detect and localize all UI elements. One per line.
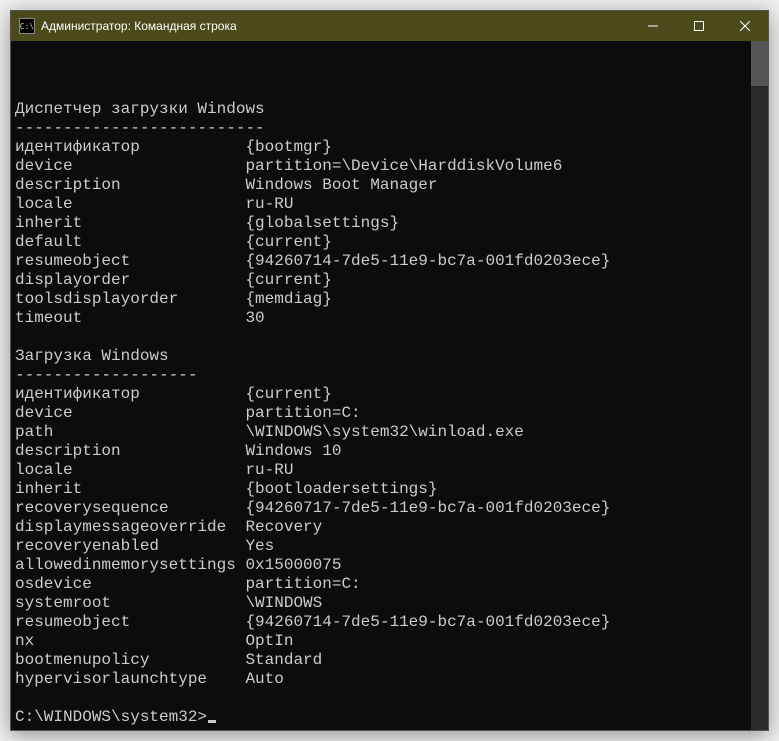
output-row: bootmenupolicy Standard (15, 651, 768, 670)
row-key: идентификатор (15, 138, 245, 157)
row-value: {current} (245, 233, 331, 252)
row-value: {current} (245, 385, 331, 404)
output-row: timeout 30 (15, 309, 768, 328)
row-value: {current} (245, 271, 331, 290)
row-key: locale (15, 461, 245, 480)
output-row: displaymessageoverride Recovery (15, 518, 768, 537)
section-divider: -------------------------- (15, 119, 768, 138)
row-key: device (15, 404, 245, 423)
output-row: displayorder {current} (15, 271, 768, 290)
row-value: OptIn (245, 632, 293, 651)
row-value: {bootmgr} (245, 138, 331, 157)
row-key: toolsdisplayorder (15, 290, 245, 309)
row-value: Windows 10 (245, 442, 341, 461)
row-key: description (15, 442, 245, 461)
row-key: идентификатор (15, 385, 245, 404)
row-value: {globalsettings} (245, 214, 399, 233)
row-key: recoveryenabled (15, 537, 245, 556)
row-value: {94260717-7de5-11e9-bc7a-001fd0203ece} (245, 499, 610, 518)
window-controls (630, 11, 768, 41)
cursor (208, 720, 216, 723)
row-value: {94260714-7de5-11e9-bc7a-001fd0203ece} (245, 613, 610, 632)
output-row: device partition=\Device\HarddiskVolume6 (15, 157, 768, 176)
close-button[interactable] (722, 11, 768, 41)
console-text: Диспетчер загрузки Windows--------------… (15, 81, 768, 730)
row-key: displayorder (15, 271, 245, 290)
row-key: allowedinmemorysettings (15, 556, 245, 575)
output-row: идентификатор {current} (15, 385, 768, 404)
scrollbar-thumb[interactable] (751, 41, 768, 86)
output-row: inherit {globalsettings} (15, 214, 768, 233)
minimize-icon (648, 21, 658, 31)
output-row: recoverysequence {94260717-7de5-11e9-bc7… (15, 499, 768, 518)
close-icon (740, 21, 750, 31)
output-row: locale ru-RU (15, 461, 768, 480)
section-header: Загрузка Windows (15, 347, 768, 366)
output-row: description Windows 10 (15, 442, 768, 461)
row-key: systemroot (15, 594, 245, 613)
row-value: Standard (245, 651, 322, 670)
row-value: {94260714-7de5-11e9-bc7a-001fd0203ece} (245, 252, 610, 271)
output-row: device partition=C: (15, 404, 768, 423)
output-row: path \WINDOWS\system32\winload.exe (15, 423, 768, 442)
row-key: path (15, 423, 245, 442)
minimize-button[interactable] (630, 11, 676, 41)
output-row: nx OptIn (15, 632, 768, 651)
row-key: locale (15, 195, 245, 214)
row-key: description (15, 176, 245, 195)
row-value: Windows Boot Manager (245, 176, 437, 195)
output-row: locale ru-RU (15, 195, 768, 214)
output-row: allowedinmemorysettings 0x15000075 (15, 556, 768, 575)
output-row: resumeobject {94260714-7de5-11e9-bc7a-00… (15, 252, 768, 271)
prompt: C:\WINDOWS\system32> (15, 708, 207, 726)
output-row: systemroot \WINDOWS (15, 594, 768, 613)
row-key: inherit (15, 214, 245, 233)
row-key: resumeobject (15, 252, 245, 271)
row-key: osdevice (15, 575, 245, 594)
row-value: 0x15000075 (245, 556, 341, 575)
row-value: Auto (245, 670, 283, 689)
row-value: \WINDOWS (245, 594, 322, 613)
row-key: default (15, 233, 245, 252)
output-row: recoveryenabled Yes (15, 537, 768, 556)
section-header: Диспетчер загрузки Windows (15, 100, 768, 119)
row-key: resumeobject (15, 613, 245, 632)
row-value: partition=\Device\HarddiskVolume6 (245, 157, 562, 176)
maximize-button[interactable] (676, 11, 722, 41)
row-value: ru-RU (245, 461, 293, 480)
row-key: device (15, 157, 245, 176)
row-value: Recovery (245, 518, 322, 537)
row-value: {memdiag} (245, 290, 331, 309)
section-divider: ------------------- (15, 366, 768, 385)
row-value: Yes (245, 537, 274, 556)
maximize-icon (694, 21, 704, 31)
titlebar[interactable]: C:\ Администратор: Командная строка (11, 11, 768, 41)
output-row: inherit {bootloadersettings} (15, 480, 768, 499)
row-key: inherit (15, 480, 245, 499)
row-value: \WINDOWS\system32\winload.exe (245, 423, 523, 442)
row-value: partition=C: (245, 575, 360, 594)
row-value: ru-RU (245, 195, 293, 214)
row-key: timeout (15, 309, 245, 328)
row-value: 30 (245, 309, 264, 328)
row-key: hypervisorlaunchtype (15, 670, 245, 689)
command-prompt-window: C:\ Администратор: Командная строка Дисп… (10, 10, 769, 731)
row-key: displaymessageoverride (15, 518, 245, 537)
row-key: recoverysequence (15, 499, 245, 518)
row-key: nx (15, 632, 245, 651)
output-row: description Windows Boot Manager (15, 176, 768, 195)
console-output[interactable]: Диспетчер загрузки Windows--------------… (11, 41, 768, 730)
output-row: osdevice partition=C: (15, 575, 768, 594)
output-row: toolsdisplayorder {memdiag} (15, 290, 768, 309)
window-title: Администратор: Командная строка (41, 19, 630, 33)
output-row: default {current} (15, 233, 768, 252)
output-row: hypervisorlaunchtype Auto (15, 670, 768, 689)
output-row: resumeobject {94260714-7de5-11e9-bc7a-00… (15, 613, 768, 632)
row-key: bootmenupolicy (15, 651, 245, 670)
output-row: идентификатор {bootmgr} (15, 138, 768, 157)
scrollbar[interactable] (751, 41, 768, 730)
app-icon: C:\ (19, 18, 35, 34)
row-value: partition=C: (245, 404, 360, 423)
row-value: {bootloadersettings} (245, 480, 437, 499)
